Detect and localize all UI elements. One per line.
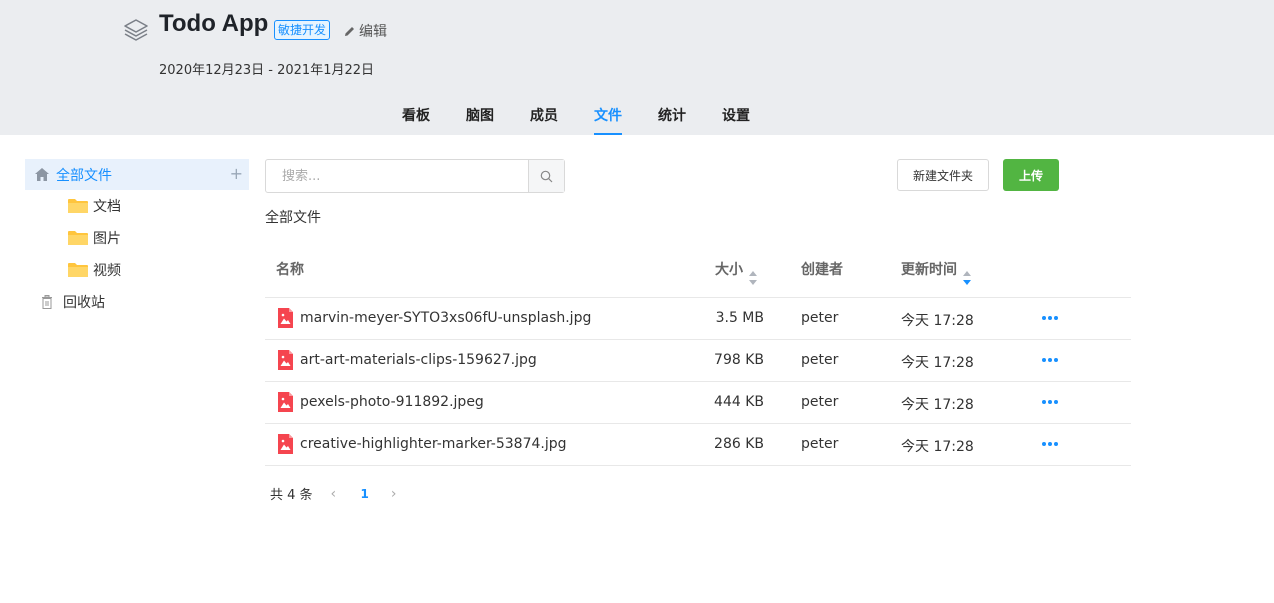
file-name[interactable]: creative-highlighter-marker-53874.jpg — [300, 436, 567, 452]
table-row[interactable]: art-art-materials-clips-159627.jpg 798 K… — [265, 340, 1131, 382]
file-creator: peter — [801, 310, 839, 326]
more-actions-icon[interactable] — [1042, 436, 1060, 452]
sort-icon[interactable] — [749, 271, 758, 285]
sidebar-item-label: 图片 — [93, 231, 121, 247]
home-icon — [35, 168, 49, 181]
image-file-icon — [278, 350, 293, 370]
new-folder-button[interactable]: 新建文件夹 — [897, 159, 989, 191]
file-updated-time: 今天 17:28 — [901, 355, 974, 371]
file-name[interactable]: art-art-materials-clips-159627.jpg — [300, 352, 537, 368]
file-size: 3.5 MB — [715, 310, 764, 326]
pencil-icon — [345, 26, 354, 36]
image-file-icon — [278, 392, 293, 412]
folder-tree: 全部文件 + 文档 图片 视频 回收站 — [25, 159, 249, 318]
table-header: 名称 大小 创建者 更新时间 — [265, 247, 1131, 298]
edit-project-button[interactable]: 编辑 — [343, 21, 387, 41]
sidebar-item-all-files[interactable]: 全部文件 + — [25, 159, 249, 190]
column-header-creator: 创建者 — [801, 262, 843, 278]
file-updated-time: 今天 17:28 — [901, 313, 974, 329]
sidebar-item-videos[interactable]: 视频 — [25, 254, 249, 286]
column-header-updated[interactable]: 更新时间 — [901, 259, 971, 285]
search-icon — [540, 170, 553, 182]
more-actions-icon[interactable] — [1042, 310, 1060, 326]
column-header-size[interactable]: 大小 — [715, 259, 757, 285]
layers-icon — [124, 19, 148, 41]
file-updated-time: 今天 17:28 — [901, 439, 974, 455]
column-header-name: 名称 — [276, 262, 304, 278]
breadcrumb: 全部文件 — [265, 210, 321, 226]
project-title: Todo App — [159, 10, 269, 37]
tab-mindmap[interactable]: 脑图 — [466, 105, 494, 135]
total-count: 共 4 条 — [270, 488, 313, 503]
file-size: 286 KB — [714, 436, 764, 452]
prev-page-button[interactable]: ‹ — [331, 486, 345, 502]
more-actions-icon[interactable] — [1042, 352, 1060, 368]
image-file-icon — [278, 434, 293, 454]
table-row[interactable]: creative-highlighter-marker-53874.jpg 28… — [265, 424, 1131, 466]
trash-icon — [42, 295, 52, 309]
project-date-range: 2020年12月23日 - 2021年1月22日 — [159, 63, 375, 78]
add-folder-icon[interactable]: + — [230, 164, 243, 183]
sort-icon[interactable] — [963, 271, 972, 285]
file-updated-time: 今天 17:28 — [901, 397, 974, 413]
sidebar-item-label: 文档 — [93, 199, 121, 215]
sidebar-item-docs[interactable]: 文档 — [25, 190, 249, 222]
file-name[interactable]: marvin-meyer-SYTO3xs06fU-unsplash.jpg — [300, 310, 591, 326]
sidebar-item-images[interactable]: 图片 — [25, 222, 249, 254]
search-button[interactable] — [528, 160, 564, 192]
file-size: 444 KB — [714, 394, 764, 410]
sidebar-item-label: 视频 — [93, 263, 121, 279]
file-size: 798 KB — [714, 352, 764, 368]
project-tabs: 看板 脑图 成员 文件 统计 设置 — [402, 105, 786, 135]
pagination: 共 4 条 ‹ 1 › — [270, 484, 405, 504]
image-file-icon — [278, 308, 293, 328]
tab-board[interactable]: 看板 — [402, 105, 430, 135]
sidebar-item-trash[interactable]: 回收站 — [25, 286, 249, 318]
file-creator: peter — [801, 436, 839, 452]
edit-label: 编辑 — [359, 24, 387, 40]
sidebar-item-label: 全部文件 — [56, 167, 112, 184]
tab-settings[interactable]: 设置 — [722, 105, 750, 135]
file-table: 名称 大小 创建者 更新时间 marvin-meyer-SYTO3xs06fU-… — [265, 247, 1131, 466]
tab-members[interactable]: 成员 — [530, 105, 558, 135]
upload-button[interactable]: 上传 — [1003, 159, 1059, 191]
file-creator: peter — [801, 352, 839, 368]
folder-icon — [68, 263, 88, 277]
more-actions-icon[interactable] — [1042, 394, 1060, 410]
folder-icon — [68, 231, 88, 245]
column-header-updated-label: 更新时间 — [901, 262, 957, 278]
page-number-current[interactable]: 1 — [361, 487, 369, 501]
tab-files[interactable]: 文件 — [594, 105, 622, 135]
project-header: Todo App 敏捷开发 编辑 2020年12月23日 - 2021年1月22… — [0, 0, 1274, 135]
folder-icon — [68, 199, 88, 213]
project-type-badge: 敏捷开发 — [274, 20, 331, 40]
table-row[interactable]: pexels-photo-911892.jpeg 444 KB peter 今天… — [265, 382, 1131, 424]
table-row[interactable]: marvin-meyer-SYTO3xs06fU-unsplash.jpg 3.… — [265, 298, 1131, 340]
search-box — [265, 159, 565, 193]
column-header-size-label: 大小 — [715, 262, 743, 278]
search-input[interactable] — [266, 160, 528, 192]
file-creator: peter — [801, 394, 839, 410]
file-name[interactable]: pexels-photo-911892.jpeg — [300, 394, 484, 410]
tab-stats[interactable]: 统计 — [658, 105, 686, 135]
next-page-button[interactable]: › — [391, 486, 405, 502]
sidebar-item-label: 回收站 — [63, 295, 105, 311]
